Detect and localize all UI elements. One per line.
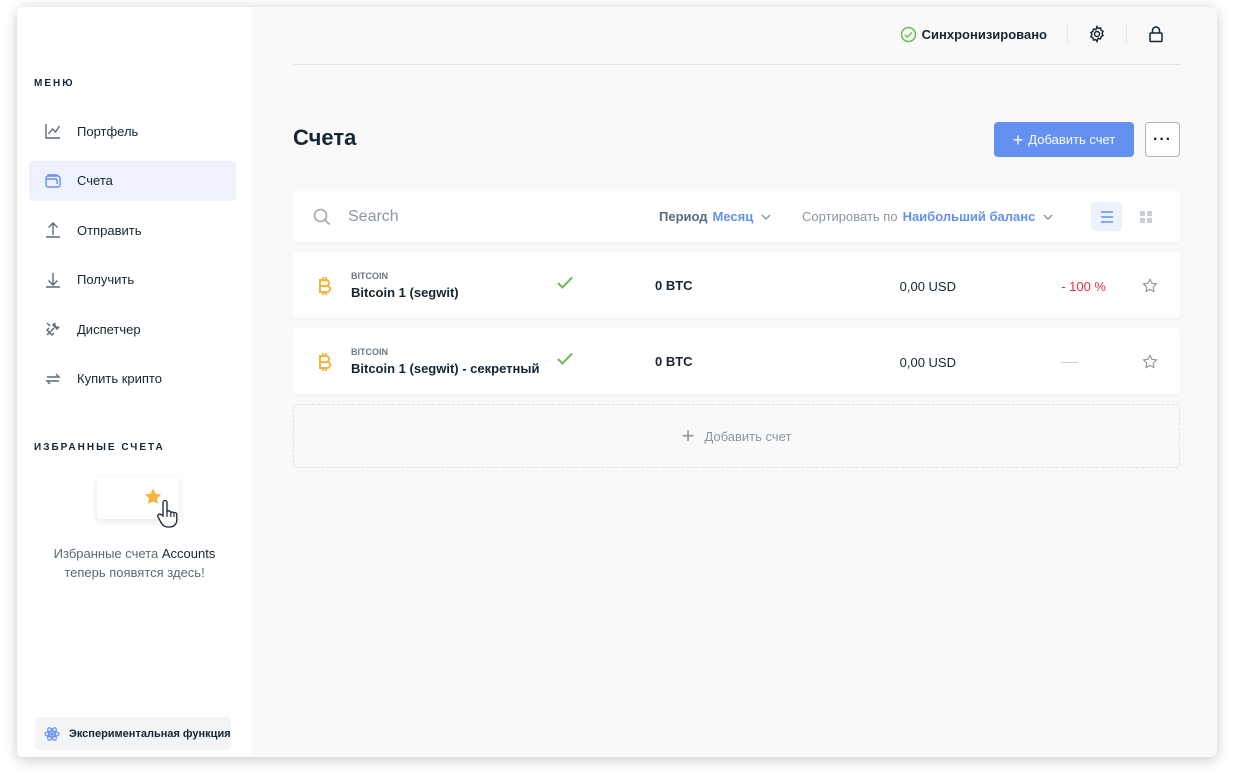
favorites-section-title: ИЗБРАННЫЕ СЧЕТА: [34, 442, 165, 453]
chevron-down-icon: [1043, 214, 1053, 220]
atom-icon: [44, 726, 60, 742]
no-change-dash: [1061, 362, 1078, 363]
experimental-feature-badge[interactable]: Экспериментальная функция: [35, 717, 231, 750]
topbar-divider: [1067, 24, 1068, 44]
pointer-hand-icon: [157, 499, 178, 528]
sidebar-item-label: Отправить: [77, 222, 142, 238]
add-account-row[interactable]: + Добавить счет: [293, 404, 1180, 468]
account-row[interactable]: BITCOIN Bitcoin 1 (segwit) - секретный 0…: [293, 328, 1180, 394]
sync-status[interactable]: Синхронизировано: [900, 26, 1047, 43]
topbar-divider: [1126, 24, 1127, 44]
lock-button[interactable]: [1146, 24, 1166, 44]
sidebar-item-buy-crypto[interactable]: Купить крипто: [29, 359, 236, 399]
search-icon: [313, 208, 331, 226]
account-change: - 100 %: [1061, 279, 1106, 294]
sort-filter-value: Наибольший баланс: [902, 209, 1036, 224]
search-input[interactable]: [346, 205, 610, 229]
add-account-button-label: Добавить счет: [1028, 132, 1116, 147]
favorites-empty-text: Избранные счета Accounts теперь появятся…: [53, 546, 216, 580]
chart-line-icon: [44, 122, 62, 140]
account-currency: BITCOIN: [351, 347, 388, 357]
wallet-icon: [44, 172, 62, 190]
period-filter[interactable]: Период Месяц: [659, 209, 771, 224]
chevron-down-icon: [761, 214, 771, 220]
sidebar-nav: Портфель Счета Отправить Получить Диспет…: [29, 111, 236, 409]
tools-icon: [44, 320, 62, 338]
page-title: Счета: [293, 125, 357, 150]
check-icon: [557, 352, 573, 365]
sort-filter[interactable]: Сортировать по Наибольший баланс: [802, 209, 1053, 224]
list-view-button[interactable]: [1091, 202, 1122, 231]
bitcoin-icon: [317, 276, 333, 296]
sidebar-item-send[interactable]: Отправить: [29, 210, 236, 250]
check-icon: [557, 276, 573, 289]
add-account-button[interactable]: + Добавить счет: [994, 122, 1134, 157]
sidebar: МЕНЮ Портфель Счета Отправить Получить Д…: [17, 7, 252, 757]
favorites-illustration: [97, 477, 179, 528]
grid-icon: [1139, 210, 1152, 223]
sidebar-item-label: Купить крипто: [77, 371, 162, 387]
settings-button[interactable]: [1087, 24, 1107, 44]
account-row[interactable]: BITCOIN Bitcoin 1 (segwit) 0 BTC 0,00 US…: [293, 252, 1180, 318]
period-filter-label: Период: [659, 209, 708, 224]
sort-filter-label: Сортировать по: [802, 209, 898, 224]
star-icon[interactable]: [1142, 278, 1158, 294]
sidebar-item-receive[interactable]: Получить: [29, 260, 236, 300]
sidebar-item-label: Диспетчер: [77, 321, 141, 337]
arrow-up-icon: [44, 221, 62, 239]
menu-section-title: МЕНЮ: [34, 78, 75, 89]
list-icon: [1100, 210, 1113, 223]
plus-icon: +: [681, 423, 695, 448]
account-fiat-value: 0,00 USD: [899, 279, 956, 294]
account-currency: BITCOIN: [351, 271, 388, 281]
account-fiat-value: 0,00 USD: [899, 355, 956, 370]
app-window: МЕНЮ Портфель Счета Отправить Получить Д…: [17, 7, 1217, 757]
gear-icon: [1089, 25, 1105, 43]
top-bar: Синхронизировано: [293, 7, 1180, 65]
sidebar-item-portfolio[interactable]: Портфель: [29, 111, 236, 151]
plus-icon: +: [1012, 129, 1024, 150]
account-balance: 0 BTC: [655, 354, 693, 369]
accounts-toolbar: Период Месяц Сортировать по Наибольший б…: [293, 191, 1180, 242]
sync-status-label: Синхронизировано: [921, 27, 1047, 42]
sidebar-item-label: Счета: [77, 173, 113, 189]
sidebar-item-manager[interactable]: Диспетчер: [29, 309, 236, 349]
more-options-button[interactable]: ···: [1145, 122, 1180, 157]
bitcoin-icon: [317, 352, 333, 372]
sidebar-item-label: Портфель: [77, 123, 139, 139]
add-account-row-label: Добавить счет: [704, 428, 792, 444]
account-balance: 0 BTC: [655, 278, 693, 293]
experimental-feature-label: Экспериментальная функция: [69, 727, 231, 740]
period-filter-value: Месяц: [712, 209, 754, 224]
account-name: Bitcoin 1 (segwit) - секретный: [351, 361, 540, 376]
arrow-down-icon: [44, 271, 62, 289]
sidebar-item-accounts[interactable]: Счета: [29, 160, 236, 201]
star-icon[interactable]: [1142, 354, 1158, 370]
grid-view-button[interactable]: [1131, 202, 1160, 231]
sidebar-item-label: Получить: [77, 272, 135, 288]
lock-icon: [1149, 26, 1163, 43]
exchange-icon: [44, 370, 62, 388]
account-name: Bitcoin 1 (segwit): [351, 285, 459, 300]
check-circle-icon: [900, 26, 917, 43]
